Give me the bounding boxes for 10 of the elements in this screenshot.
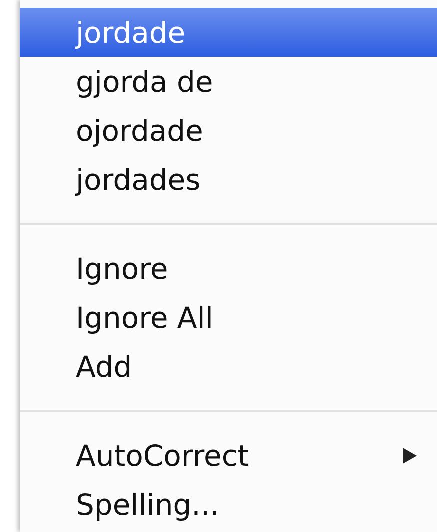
menu-item[interactable]: Add <box>20 342 437 391</box>
menu-item[interactable]: Ignore <box>20 244 437 293</box>
menu-item[interactable]: ojordade <box>20 106 437 155</box>
menu-item[interactable]: AutoCorrect <box>20 431 437 480</box>
submenu-arrow-icon <box>403 448 417 464</box>
menu-item[interactable]: gjorda de <box>20 57 437 106</box>
menu-item[interactable]: jordade <box>20 8 437 57</box>
menu-item[interactable]: Ignore All <box>20 293 437 342</box>
menu-item[interactable]: jordades <box>20 155 437 204</box>
menu-item[interactable]: Spelling... <box>20 480 437 529</box>
